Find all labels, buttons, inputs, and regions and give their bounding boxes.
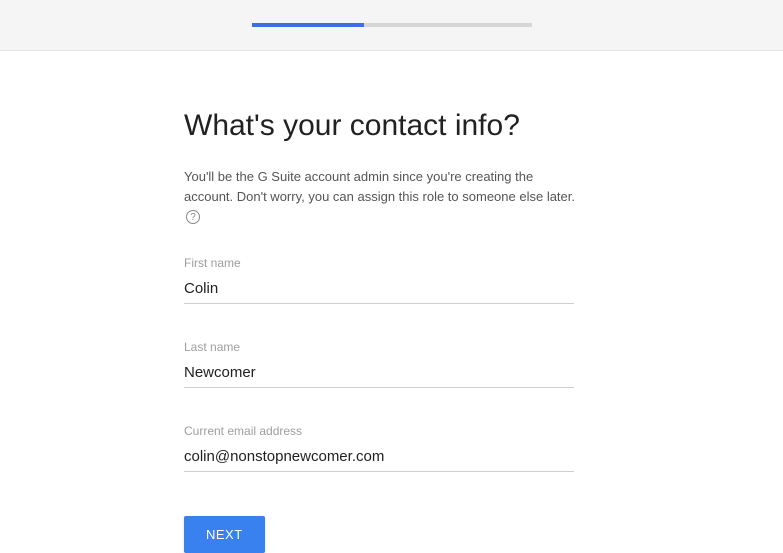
email-field: Current email address	[184, 424, 574, 472]
progress-track	[252, 23, 532, 27]
header-bar	[0, 0, 783, 51]
main-content: What's your contact info? You'll be the …	[0, 51, 580, 553]
email-label: Current email address	[184, 424, 574, 438]
first-name-label: First name	[184, 256, 574, 270]
last-name-label: Last name	[184, 340, 574, 354]
page-description: You'll be the G Suite account admin sinc…	[184, 167, 580, 226]
page-title: What's your contact info?	[184, 109, 580, 143]
help-icon[interactable]: ?	[186, 210, 200, 224]
email-input[interactable]	[184, 444, 574, 472]
first-name-field: First name	[184, 256, 574, 304]
last-name-field: Last name	[184, 340, 574, 388]
progress-fill	[252, 23, 364, 27]
first-name-input[interactable]	[184, 276, 574, 304]
next-button[interactable]: NEXT	[184, 516, 265, 553]
description-text: You'll be the G Suite account admin sinc…	[184, 169, 575, 204]
last-name-input[interactable]	[184, 360, 574, 388]
